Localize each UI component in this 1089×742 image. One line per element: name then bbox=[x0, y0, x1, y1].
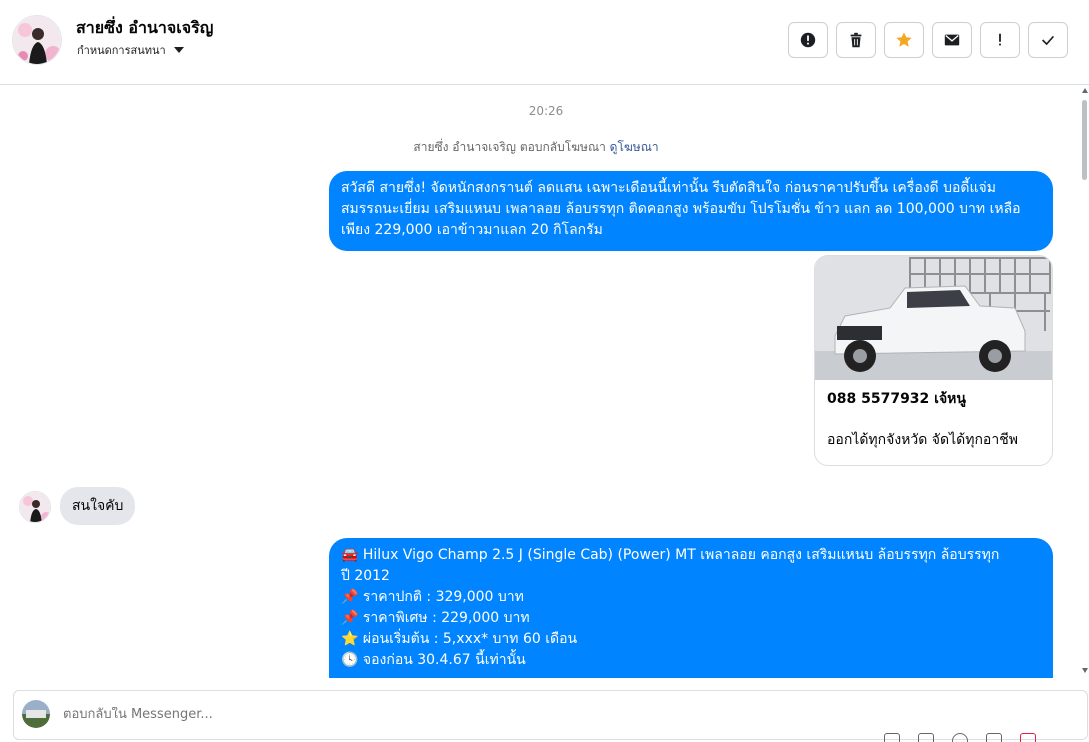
mark-unread-button[interactable] bbox=[932, 22, 972, 58]
star-icon bbox=[896, 32, 912, 47]
reply-composer bbox=[13, 690, 1088, 742]
scroll-thumb[interactable] bbox=[1082, 100, 1087, 180]
message-line-text: จองก่อน 30.4.67 นี้เท่านั้น bbox=[362, 652, 526, 668]
mark-done-button[interactable] bbox=[1028, 22, 1068, 58]
emoji-icon: 📌 bbox=[341, 610, 363, 626]
check-icon bbox=[1042, 35, 1055, 46]
ad-title: 088 5577932 เจ้หนู bbox=[827, 391, 966, 407]
envelope-icon bbox=[944, 34, 960, 46]
delete-button[interactable] bbox=[836, 22, 876, 58]
emoji-icon: 🕓 bbox=[341, 652, 363, 668]
report-spam-button[interactable] bbox=[788, 22, 828, 58]
conversation-settings-dropdown[interactable]: กำหนดการสนทนา bbox=[77, 41, 184, 59]
message-line-text: Hilux Vigo Champ 2.5 J (Single Cab) (Pow… bbox=[362, 547, 1000, 563]
alert-circle-icon bbox=[800, 32, 816, 48]
chat-scrollbar[interactable] bbox=[1082, 86, 1089, 678]
message-line-text: ราคาปกติ : 329,000 บาท bbox=[362, 589, 524, 605]
composer-tools bbox=[884, 733, 1036, 742]
trash-icon bbox=[850, 32, 862, 48]
view-ad-link[interactable]: ดูโฆษณา bbox=[610, 140, 659, 154]
message-line: ⭐ ผ่อนเริ่มต้น : 5,xxx* บาท 60 เดือน bbox=[341, 629, 1041, 650]
gif-icon[interactable] bbox=[986, 733, 1002, 742]
message-line-text: ผ่อนเริ่มต้น : 5,xxx* บาท 60 เดือน bbox=[362, 631, 578, 647]
message-text: สวัสดี สายซึ่ง! จัดหนักสงกรานต์ ลดแสน เฉ… bbox=[341, 180, 1021, 238]
message-line: 🕓 จองก่อน 30.4.67 นี้เท่านั้น bbox=[341, 650, 1041, 671]
conversation-settings-label: กำหนดการสนทนา bbox=[77, 44, 166, 57]
emoji-icon: 📌 bbox=[341, 589, 363, 605]
reply-input[interactable] bbox=[63, 707, 663, 722]
emoji-icon: ⭐ bbox=[341, 631, 363, 647]
mark-important-button[interactable] bbox=[980, 22, 1020, 58]
page-avatar bbox=[22, 700, 50, 728]
image-icon[interactable] bbox=[918, 733, 934, 742]
contact-avatar[interactable] bbox=[12, 15, 62, 65]
message-line: ปี 2012 bbox=[341, 566, 1041, 587]
message-thread[interactable]: 20:26 สายซึ่ง อำนาจเจริญ ตอบกลับโฆษณา ดู… bbox=[0, 86, 1080, 678]
scroll-up-icon[interactable] bbox=[1082, 88, 1088, 93]
message-line-text: ราคาพิเศษ : 229,000 บาท bbox=[362, 610, 530, 626]
more-icon[interactable] bbox=[1020, 733, 1036, 742]
message-line: 📌 ราคาพิเศษ : 229,000 บาท bbox=[341, 608, 1041, 629]
outgoing-message-details[interactable]: 🚘 Hilux Vigo Champ 2.5 J (Single Cab) (P… bbox=[329, 538, 1053, 678]
scroll-down-icon[interactable] bbox=[1082, 668, 1088, 673]
star-button[interactable] bbox=[884, 22, 924, 58]
message-line: 📌 ราคาปกติ : 329,000 บาท bbox=[341, 587, 1041, 608]
message-line-text: ปี 2012 bbox=[341, 568, 390, 584]
attach-icon[interactable] bbox=[884, 733, 900, 742]
exclamation-icon bbox=[999, 33, 1001, 46]
ad-image bbox=[815, 256, 1052, 380]
emoji-icon: 🚘 bbox=[341, 547, 363, 563]
conversation-header: สายซึ่ง อำนาจเจริญ กำหนดการสนทนา bbox=[0, 0, 1089, 85]
emoji-icon[interactable] bbox=[952, 733, 968, 742]
conversation-actions bbox=[788, 22, 1068, 58]
caret-down-icon bbox=[173, 47, 184, 53]
incoming-message[interactable]: สนใจคับ bbox=[60, 487, 136, 525]
contact-avatar-small bbox=[19, 491, 51, 523]
message-line: 🚘 Hilux Vigo Champ 2.5 J (Single Cab) (P… bbox=[341, 545, 1041, 566]
ad-reply-notice: สายซึ่ง อำนาจเจริญ ตอบกลับโฆษณา ดูโฆษณา bbox=[0, 138, 1072, 157]
message-text: สนใจคับ bbox=[72, 498, 124, 514]
ad-description: ออกได้ทุกจังหวัด จัดได้ทุกอาชีพ bbox=[827, 432, 1018, 448]
ad-reply-text: สายซึ่ง อำนาจเจริญ ตอบกลับโฆษณา bbox=[413, 140, 606, 154]
ad-card[interactable]: 088 5577932 เจ้หนู ออกได้ทุกจังหวัด จัดไ… bbox=[814, 255, 1053, 466]
contact-name[interactable]: สายซึ่ง อำนาจเจริญ bbox=[76, 16, 213, 41]
message-timestamp: 20:26 bbox=[528, 104, 564, 118]
outgoing-message[interactable]: สวัสดี สายซึ่ง! จัดหนักสงกรานต์ ลดแสน เฉ… bbox=[329, 171, 1053, 251]
